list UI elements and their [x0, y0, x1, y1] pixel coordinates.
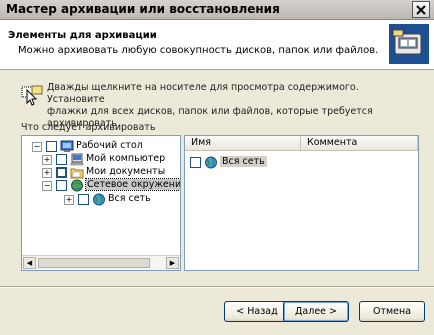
backup-wizard-icon [389, 24, 429, 64]
next-button[interactable]: Далее > [283, 301, 349, 322]
wizard-header: Элементы для архивации Можно архивовать … [0, 20, 434, 70]
scroll-left-icon[interactable]: ◀ [23, 257, 36, 269]
tree-item-my-computer[interactable]: + Мой компьютер [42, 153, 180, 167]
checkbox[interactable] [78, 194, 89, 205]
cancel-button[interactable]: Отмена [359, 301, 425, 322]
tree-item-network-places[interactable]: − Сетевое окружение [42, 178, 180, 193]
header-title: Элементы для архивации [8, 30, 157, 41]
globe-icon [205, 156, 217, 169]
tree-item-label: Рабочий стол [76, 140, 143, 151]
checkbox[interactable] [56, 180, 67, 191]
close-button[interactable] [412, 1, 430, 18]
tree-item-label: Сетевое окружение [85, 178, 180, 191]
contents-list[interactable]: Имя Коммента Вся сеть [184, 135, 419, 271]
checkbox[interactable] [56, 167, 67, 178]
column-header-name[interactable]: Имя [185, 136, 301, 151]
tree-item-desktop[interactable]: − Рабочий стол [32, 140, 180, 154]
checkbox[interactable] [56, 154, 67, 165]
folder-icon [70, 168, 84, 179]
tree-item-my-documents[interactable]: + Мои документы [42, 166, 180, 180]
tree-horizontal-scrollbar[interactable]: ◀ ▶ [22, 255, 180, 270]
checkbox[interactable] [190, 157, 201, 168]
scroll-thumb[interactable] [38, 258, 150, 268]
header-subtitle: Можно архивовать любую совокупность диск… [18, 45, 379, 56]
collapse-icon[interactable]: − [42, 181, 52, 191]
folder-tree[interactable]: − Рабочий стол + Мой компьютер + Мои док… [21, 135, 181, 271]
close-icon [416, 5, 426, 15]
tree-item-label: Мои документы [86, 166, 166, 177]
window-title: Мастер архивации или восстановления [6, 2, 280, 16]
expand-icon[interactable]: + [42, 155, 52, 165]
list-item-label: Вся сеть [220, 156, 267, 167]
expand-icon[interactable]: + [42, 168, 52, 178]
separator [0, 286, 434, 288]
tree-item-label: Мой компьютер [86, 153, 166, 164]
expand-icon[interactable]: + [64, 195, 74, 205]
globe-icon [93, 193, 105, 206]
cursor-checkbox-icon [21, 85, 43, 106]
checkbox[interactable] [46, 141, 57, 152]
network-icon [71, 179, 83, 192]
scroll-right-icon[interactable]: ▶ [166, 257, 179, 269]
back-button[interactable]: < Назад [224, 301, 290, 322]
collapse-icon[interactable]: − [32, 142, 42, 152]
column-header-comment[interactable]: Коммента [301, 136, 418, 151]
desktop-icon [60, 140, 74, 152]
tree-item-label: Вся сеть [108, 193, 151, 204]
tree-item-entire-network[interactable]: + Вся сеть [64, 193, 180, 207]
hint-line-1: Дважды щелкните на носителе для просмотр… [47, 82, 359, 105]
tree-label: Что следует архивировать [21, 122, 156, 133]
computer-icon [70, 153, 84, 166]
title-bar: Мастер архивации или восстановления [0, 0, 434, 20]
